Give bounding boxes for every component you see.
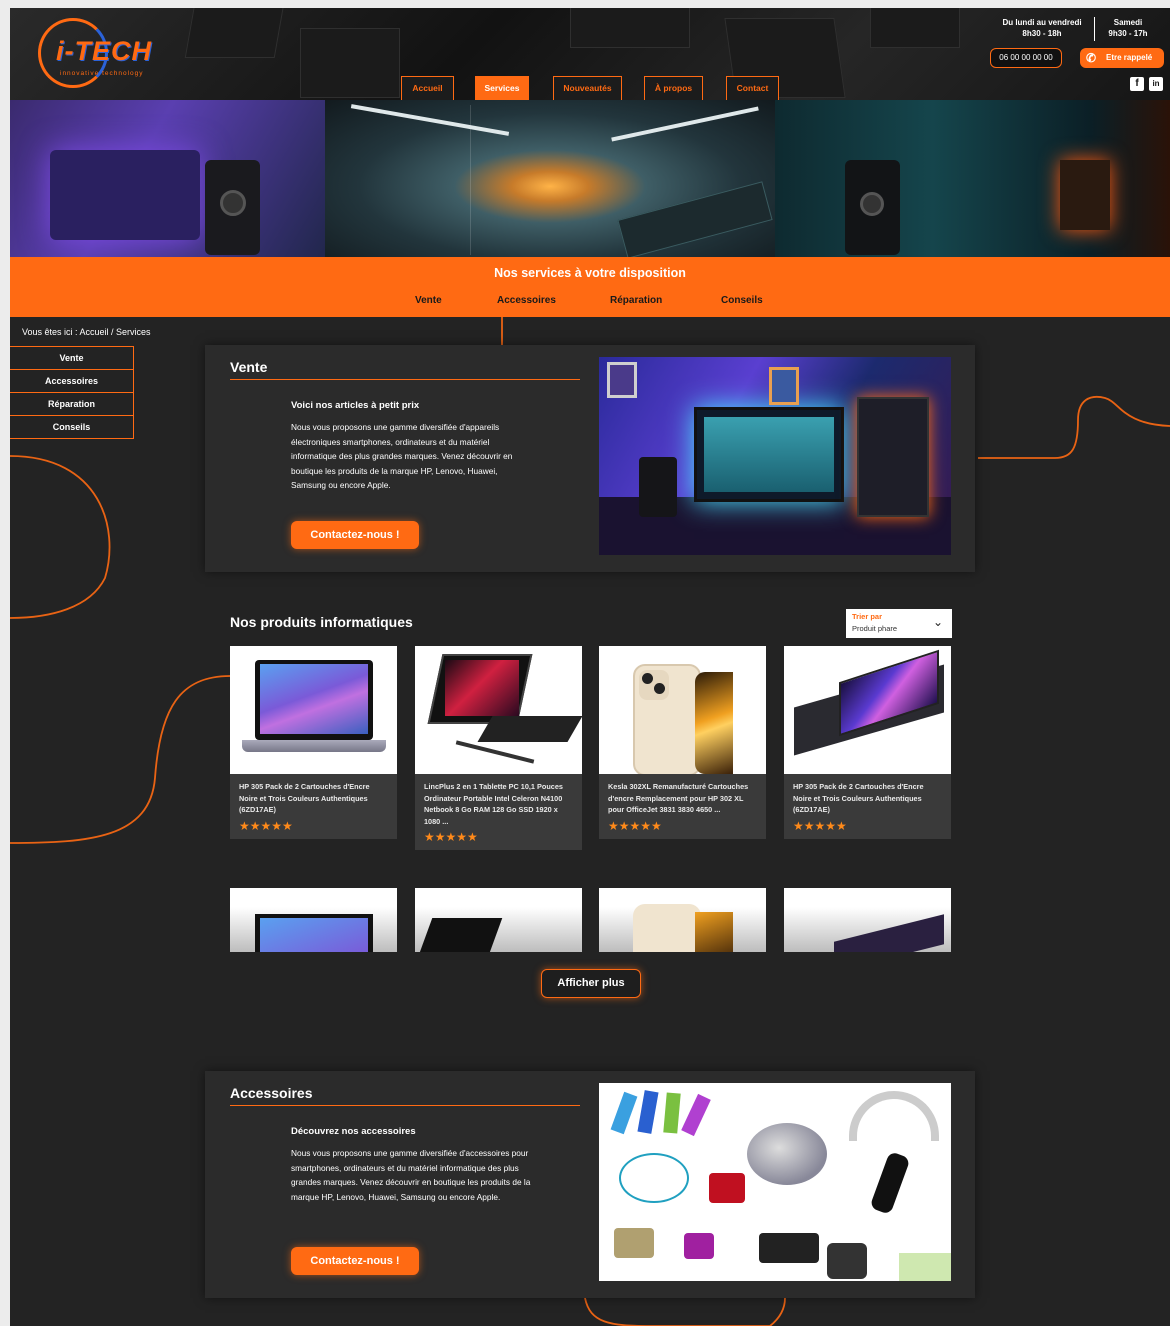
callback-label: Etre rappelé <box>1106 53 1153 62</box>
products-title: Nos produits informatiques <box>230 614 413 630</box>
accessoires-contact-button[interactable]: Contactez-nous ! <box>291 1247 419 1275</box>
ipad-image <box>784 646 951 774</box>
product-name: Kesla 302XL Remanufacturé Cartouches d'e… <box>608 782 749 814</box>
side-menu-reparation[interactable]: Réparation <box>10 392 134 416</box>
laptop-image <box>230 646 397 774</box>
product-card-preview[interactable] <box>415 888 582 952</box>
accessoires-subtitle: Découvrez nos accessoires <box>291 1126 416 1137</box>
product-name: HP 305 Pack de 2 Cartouches d'Encre Noir… <box>239 782 370 814</box>
linkedin-icon[interactable]: in <box>1149 77 1163 91</box>
sort-label: Trier par <box>852 612 883 621</box>
rating-stars: ★★★★★ <box>424 830 478 844</box>
hours-time: 9h30 - 17h <box>1108 29 1148 38</box>
logo-tagline: innovative technology <box>60 70 144 77</box>
gaming-setup-image <box>599 357 951 555</box>
sort-select[interactable]: Trier par Produit phare ⌄ <box>846 609 952 638</box>
side-menu-accessoires[interactable]: Accessoires <box>10 369 134 393</box>
nav-services[interactable]: Services <box>475 76 529 100</box>
product-name: HP 305 Pack de 2 Cartouches d'Encre Noir… <box>793 782 924 814</box>
rating-stars: ★★★★★ <box>608 818 662 833</box>
chevron-down-icon: ⌄ <box>932 615 943 629</box>
services-bar: Nos services à votre disposition Vente A… <box>10 257 1170 317</box>
services-tab-conseils[interactable]: Conseils <box>721 295 763 306</box>
tablet-keyboard-image <box>415 646 582 774</box>
nav-contact[interactable]: Contact <box>726 76 779 100</box>
vente-contact-button[interactable]: Contactez-nous ! <box>291 521 419 549</box>
phone-icon: ✆ <box>1086 51 1097 65</box>
hours-days: Samedi <box>1113 18 1143 27</box>
accessoires-text: Nous vous proposons une gamme diversifié… <box>291 1148 531 1202</box>
sort-value: Produit phare <box>852 624 898 633</box>
vente-text: Nous vous proposons une gamme diversifié… <box>291 422 513 490</box>
site-header: i-TECH innovative technology Du lundi au… <box>10 8 1170 100</box>
hours-divider <box>1094 17 1095 41</box>
iphone-image <box>599 646 766 774</box>
phone-number-button[interactable]: 06 00 00 00 00 <box>990 48 1062 68</box>
product-card-preview[interactable] <box>784 888 951 952</box>
product-card[interactable]: HP 305 Pack de 2 Cartouches d'Encre Noir… <box>784 646 951 839</box>
product-card[interactable]: Kesla 302XL Remanufacturé Cartouches d'e… <box>599 646 766 839</box>
accessoires-title: Accessoires <box>230 1085 580 1106</box>
services-tab-vente[interactable]: Vente <box>415 295 442 306</box>
hours-days: Du lundi au vendredi <box>1002 18 1082 27</box>
product-card[interactable]: LincPlus 2 en 1 Tablette PC 10,1 Pouces … <box>415 646 582 850</box>
side-menu: Vente Accessoires Réparation Conseils <box>10 346 134 439</box>
hours-weekdays: Du lundi au vendredi 8h30 - 18h <box>992 17 1092 39</box>
accessoires-section: Accessoires Découvrez nos accessoires No… <box>205 1071 975 1298</box>
hero-banner-image <box>10 100 1170 257</box>
show-more-button[interactable]: Afficher plus <box>541 969 641 998</box>
side-menu-vente[interactable]: Vente <box>10 346 134 370</box>
services-tab-reparation[interactable]: Réparation <box>610 295 662 306</box>
services-tab-accessoires[interactable]: Accessoires <box>497 295 556 306</box>
vente-section: Vente Voici nos articles à petit prix No… <box>205 345 975 572</box>
rating-stars: ★★★★★ <box>793 818 847 833</box>
vente-title: Vente <box>230 359 580 380</box>
hours-time: 8h30 - 18h <box>1022 29 1062 38</box>
side-menu-conseils[interactable]: Conseils <box>10 415 134 439</box>
accessories-image <box>599 1083 951 1281</box>
page: i-TECH innovative technology Du lundi au… <box>10 8 1170 1326</box>
product-card-preview[interactable] <box>230 888 397 952</box>
rating-stars: ★★★★★ <box>239 818 293 833</box>
nav-a-propos[interactable]: À propos <box>644 76 703 100</box>
product-card-preview[interactable] <box>599 888 766 952</box>
product-card[interactable]: HP 305 Pack de 2 Cartouches d'Encre Noir… <box>230 646 397 839</box>
services-title: Nos services à votre disposition <box>494 266 686 280</box>
site-logo[interactable]: i-TECH innovative technology <box>38 18 188 90</box>
hours-saturday: Samedi 9h30 - 17h <box>1102 17 1154 39</box>
nav-nouveautes[interactable]: Nouveautés <box>553 76 622 100</box>
logo-name: i-TECH <box>56 36 152 66</box>
breadcrumb: Vous êtes ici : Accueil / Services <box>22 327 151 337</box>
vente-subtitle: Voici nos articles à petit prix <box>291 400 420 411</box>
product-name: LincPlus 2 en 1 Tablette PC 10,1 Pouces … <box>424 782 563 826</box>
callback-button[interactable]: ✆ Etre rappelé <box>1080 48 1164 68</box>
nav-accueil[interactable]: Accueil <box>401 76 454 100</box>
facebook-icon[interactable]: f <box>1130 77 1144 91</box>
